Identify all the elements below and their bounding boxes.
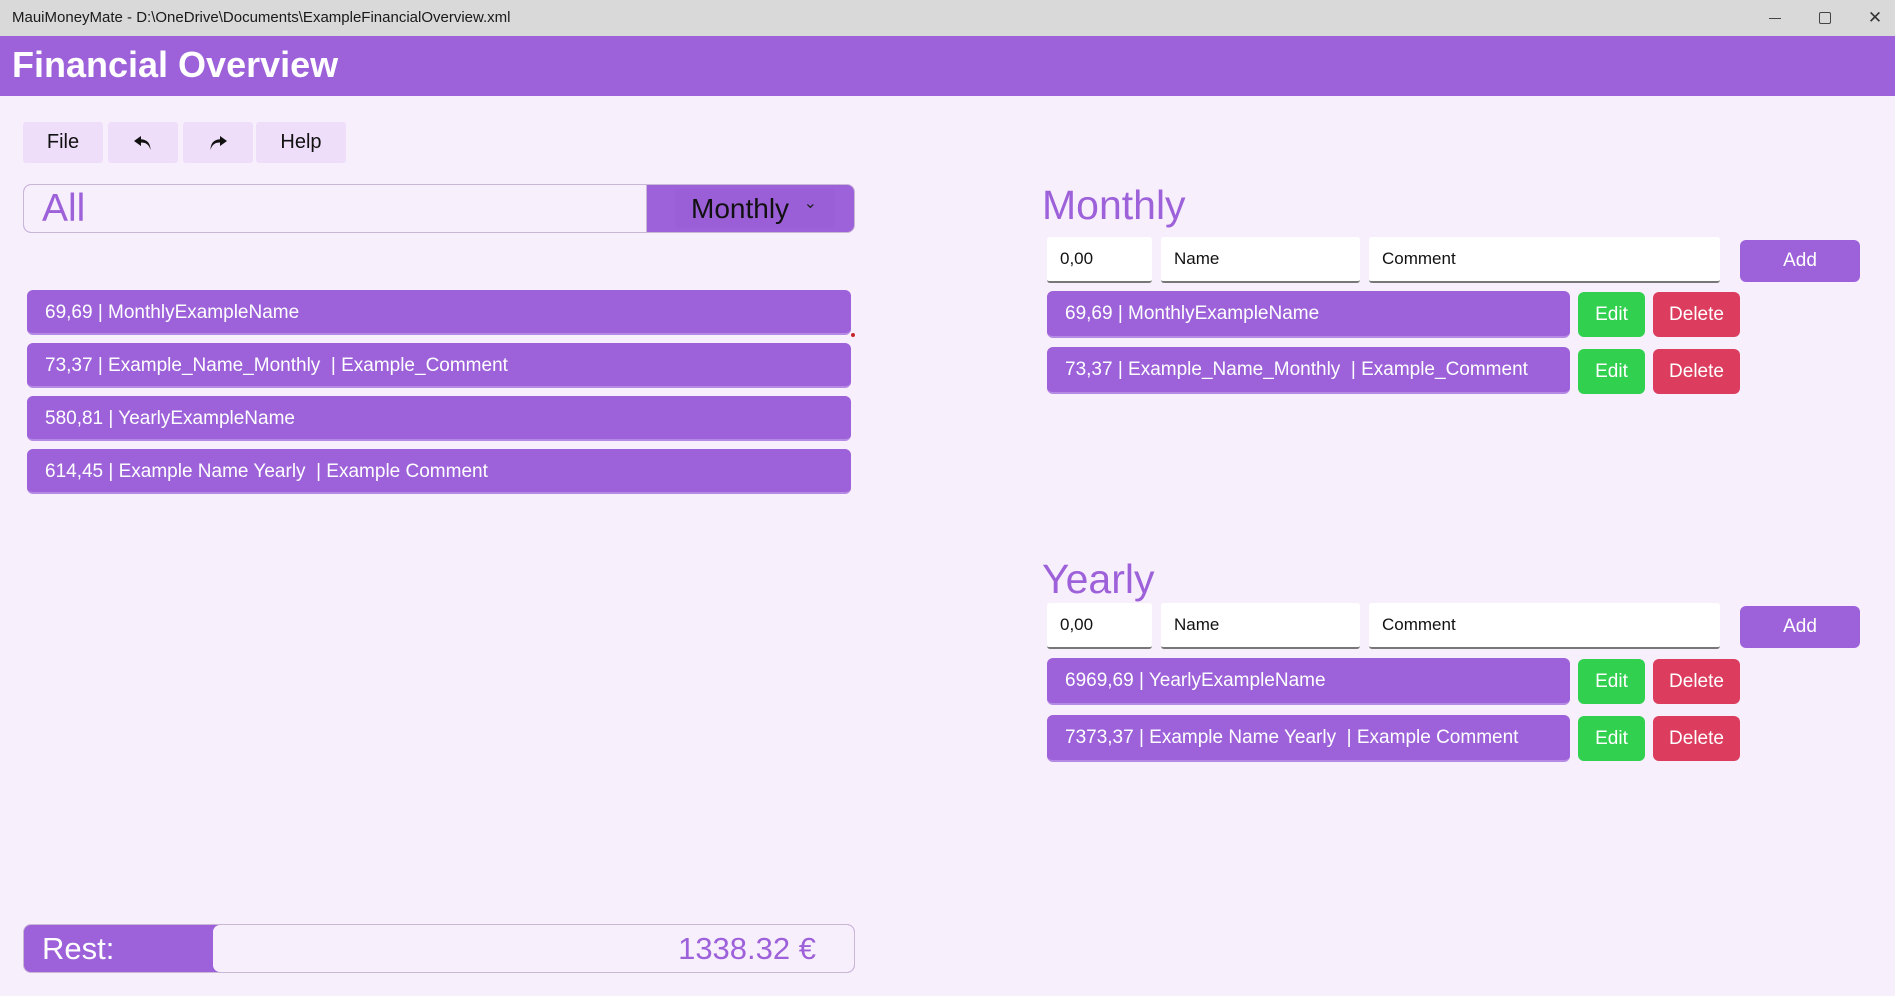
- yearly-delete-button[interactable]: Delete: [1653, 659, 1740, 704]
- maximize-button[interactable]: [1800, 0, 1850, 36]
- overview-list-item[interactable]: 614,45 | Example Name Yearly | Example C…: [27, 449, 851, 494]
- minimize-icon: [1769, 17, 1781, 19]
- close-icon: ✕: [1867, 8, 1883, 27]
- help-menu-label: Help: [280, 131, 322, 153]
- monthly-list-item[interactable]: 73,37 | Example_Name_Monthly | Example_C…: [1047, 347, 1570, 394]
- filter-bar: All Monthly ⌄: [23, 184, 855, 233]
- monthly-add-button[interactable]: Add: [1740, 240, 1860, 282]
- focus-indicator-dot: [851, 333, 855, 337]
- yearly-edit-button[interactable]: Edit: [1578, 716, 1645, 761]
- filter-search-input[interactable]: All: [24, 185, 647, 232]
- overview-list-item[interactable]: 73,37 | Example_Name_Monthly | Example_C…: [27, 343, 851, 388]
- yearly-delete-button[interactable]: Delete: [1653, 716, 1740, 761]
- yearly-add-button[interactable]: Add: [1740, 606, 1860, 648]
- redo-button[interactable]: [183, 122, 253, 163]
- monthly-edit-button[interactable]: Edit: [1578, 292, 1645, 337]
- yearly-list-item[interactable]: 7373,37 | Example Name Yearly | Example …: [1047, 715, 1570, 762]
- monthly-name-input[interactable]: Name: [1161, 237, 1360, 283]
- rest-value-box: 1338.32 €: [213, 925, 854, 972]
- undo-button[interactable]: [108, 122, 178, 163]
- period-dropdown[interactable]: Monthly ⌄: [675, 189, 835, 228]
- close-button[interactable]: ✕: [1850, 0, 1895, 36]
- monthly-edit-button[interactable]: Edit: [1578, 349, 1645, 394]
- monthly-list-item[interactable]: 69,69 | MonthlyExampleName: [1047, 291, 1570, 338]
- app-header: Financial Overview: [0, 36, 1895, 96]
- yearly-amount-input[interactable]: 0,00: [1047, 603, 1152, 649]
- rest-label: Rest:: [42, 931, 115, 966]
- monthly-delete-button[interactable]: Delete: [1653, 349, 1740, 394]
- yearly-name-input[interactable]: Name: [1161, 603, 1360, 649]
- window-title: MauiMoneyMate - D:\OneDrive\Documents\Ex…: [12, 9, 511, 26]
- rest-value: 1338.32 €: [678, 931, 816, 966]
- undo-icon: [134, 135, 151, 150]
- monthly-section-title: Monthly: [1042, 182, 1186, 228]
- file-menu-button[interactable]: File: [23, 122, 103, 163]
- yearly-edit-button[interactable]: Edit: [1578, 659, 1645, 704]
- page-title: Financial Overview: [12, 44, 339, 85]
- rest-bar: Rest: 1338.32 €: [23, 924, 855, 973]
- minimize-button[interactable]: [1750, 0, 1800, 36]
- window-titlebar: MauiMoneyMate - D:\OneDrive\Documents\Ex…: [0, 0, 1895, 36]
- redo-icon: [210, 135, 227, 150]
- help-menu-button[interactable]: Help: [256, 122, 346, 163]
- file-menu-label: File: [46, 131, 80, 153]
- monthly-comment-input[interactable]: Comment: [1369, 237, 1720, 283]
- period-dropdown-value: Monthly: [691, 192, 790, 224]
- maximize-icon: [1819, 12, 1831, 24]
- yearly-comment-input[interactable]: Comment: [1369, 603, 1720, 649]
- monthly-delete-button[interactable]: Delete: [1653, 292, 1740, 337]
- overview-list-item[interactable]: 580,81 | YearlyExampleName: [27, 396, 851, 441]
- overview-list-item[interactable]: 69,69 | MonthlyExampleName: [27, 290, 851, 335]
- yearly-list-item[interactable]: 6969,69 | YearlyExampleName: [1047, 658, 1570, 705]
- yearly-section-title: Yearly: [1042, 556, 1155, 602]
- monthly-amount-input[interactable]: 0,00: [1047, 237, 1152, 283]
- chevron-down-icon: ⌄: [803, 195, 817, 212]
